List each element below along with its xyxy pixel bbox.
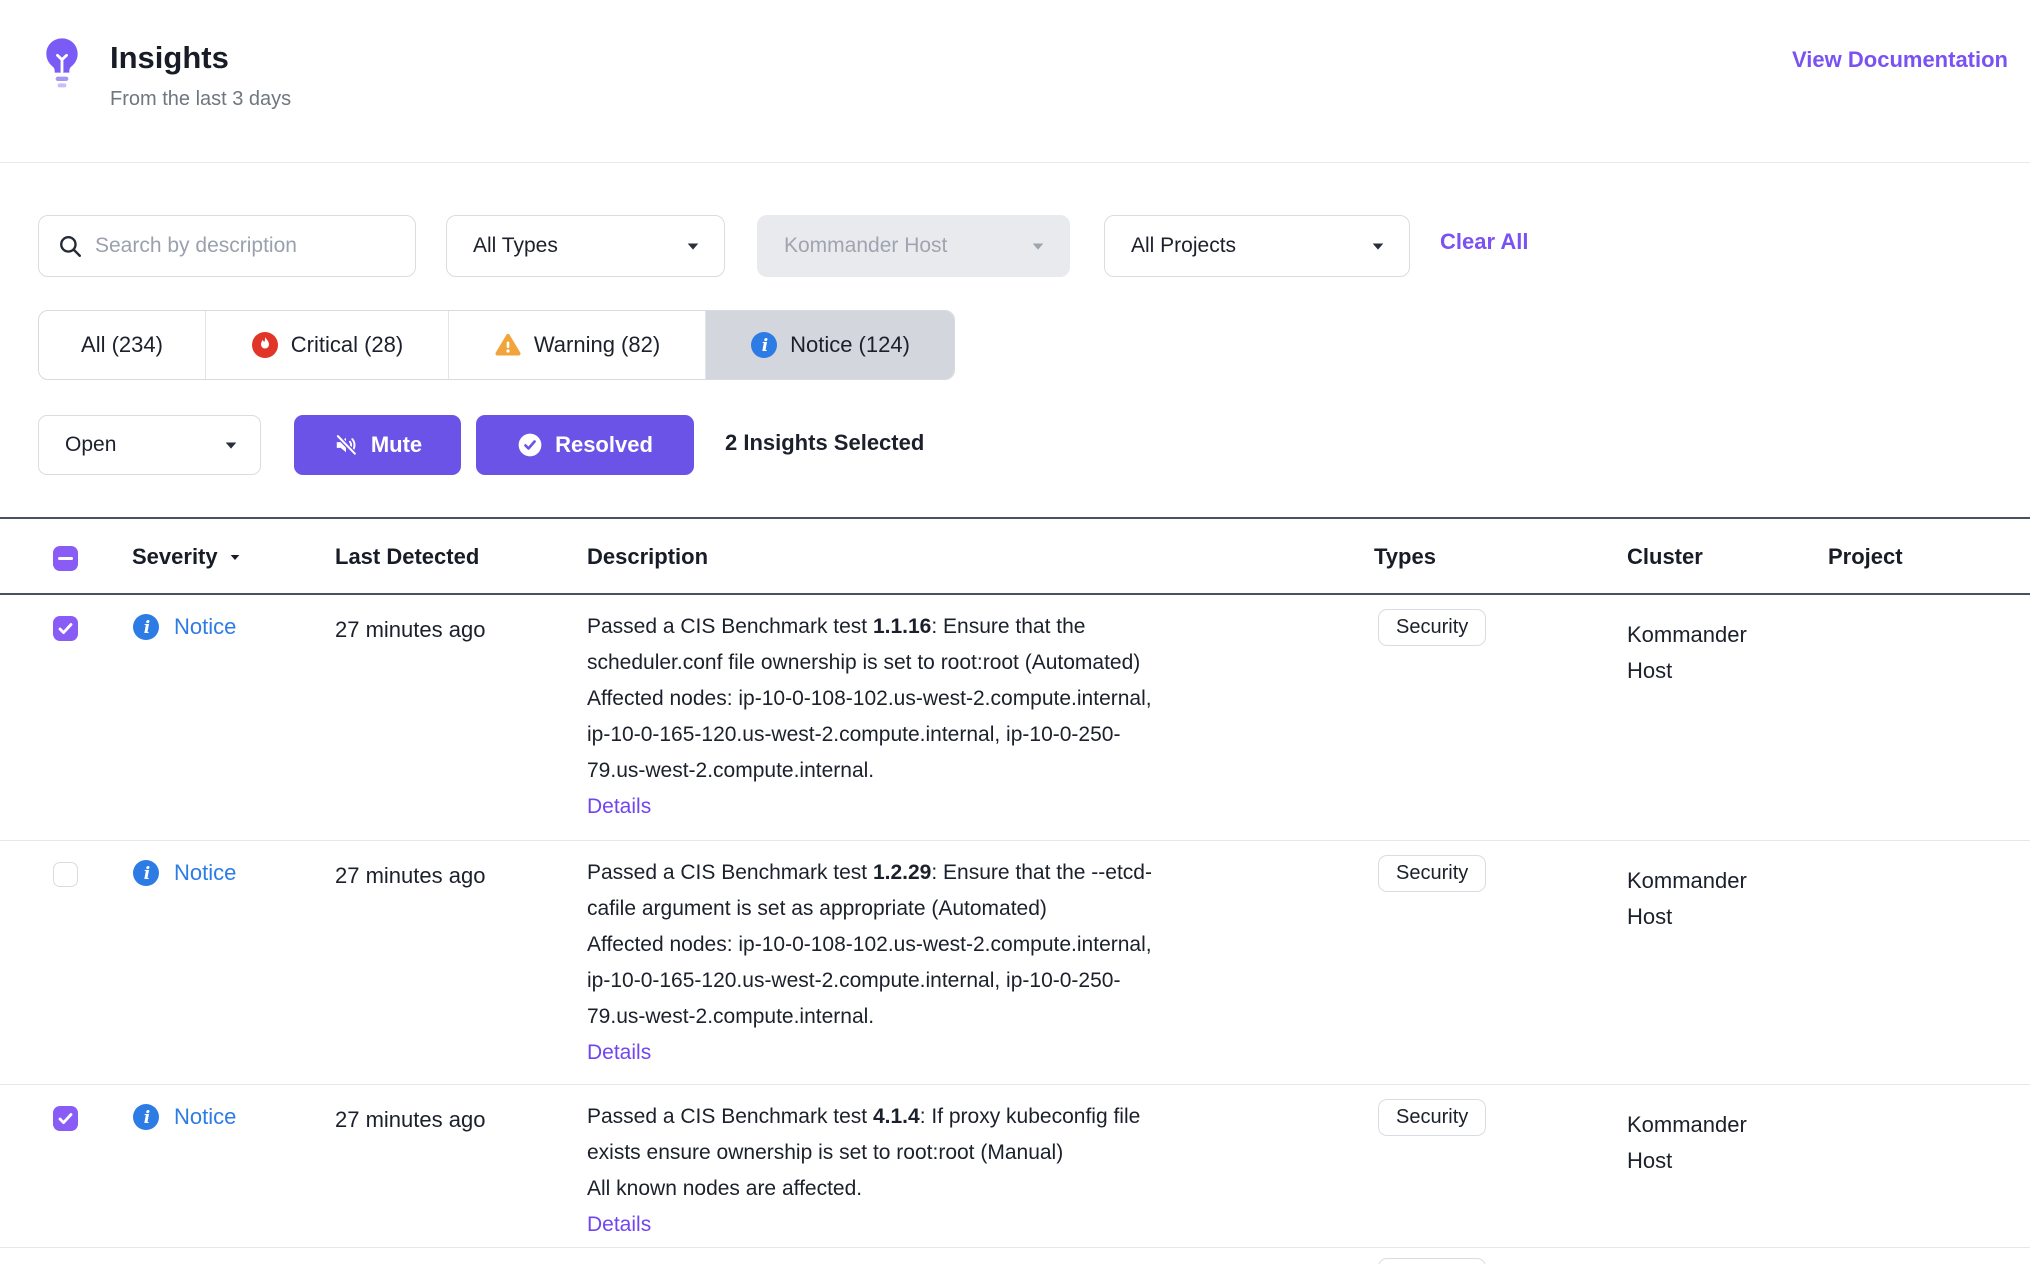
check-circle-icon [517, 432, 543, 458]
type-tag-security: Security [1378, 855, 1486, 892]
table-row: i Notice 27 minutes ago Passed a CIS Ben… [0, 841, 2030, 1085]
info-circle-icon: i [132, 613, 160, 641]
severity-link[interactable]: Notice [174, 1104, 236, 1130]
severity-link[interactable]: Notice [174, 614, 236, 640]
description-cell: Passed a CIS Benchmark test 1.2.29: Ensu… [587, 855, 1371, 1071]
check-icon [53, 1106, 78, 1131]
critical-flame-icon [251, 331, 279, 359]
details-link[interactable]: Details [587, 1207, 651, 1243]
column-header-description: Description [587, 544, 708, 570]
view-documentation-link[interactable]: View Documentation [1792, 47, 2008, 73]
cluster-cell: Kommander Host [1627, 617, 1747, 689]
info-circle-icon: i [132, 859, 160, 887]
cluster-cell: Kommander Host [1627, 863, 1747, 935]
cluster-filter-dropdown: Kommander Host [757, 215, 1070, 277]
page-header: Insights From the last 3 days View Docum… [0, 0, 2030, 163]
svg-text:i: i [144, 864, 150, 884]
row-checkbox[interactable] [53, 1106, 78, 1131]
resolved-button[interactable]: Resolved [476, 415, 694, 475]
last-detected-cell: 27 minutes ago [335, 617, 485, 643]
severity-tabs: All (234) Critical (28) Warning (82) i N… [38, 310, 955, 380]
status-filter-dropdown[interactable]: Open [38, 415, 261, 475]
table-row: i Notice 27 minutes ago Passed a CIS Ben… [0, 595, 2030, 841]
cluster-cell: Kommander Host [1627, 1107, 1747, 1179]
tab-notice-label: Notice (124) [790, 332, 910, 358]
tab-notice[interactable]: i Notice (124) [706, 311, 954, 379]
column-header-types: Types [1374, 544, 1436, 570]
tab-all-label: All (234) [81, 332, 163, 358]
svg-text:i: i [144, 618, 150, 638]
affected-nodes-text: Affected nodes: ip-10-0-108-102.us-west-… [587, 927, 1371, 1035]
select-all-checkbox[interactable] [53, 546, 78, 571]
warning-triangle-icon [494, 331, 522, 359]
mute-icon [333, 432, 359, 458]
types-filter-value: All Types [473, 234, 558, 258]
types-filter-dropdown[interactable]: All Types [446, 215, 725, 277]
column-header-severity[interactable]: Severity [132, 544, 244, 570]
svg-text:i: i [762, 336, 768, 356]
sort-descending-icon [226, 548, 244, 566]
chevron-down-icon [682, 235, 704, 257]
details-link[interactable]: Details [587, 1035, 651, 1071]
chevron-down-icon [1367, 235, 1389, 257]
details-link[interactable]: Details [587, 789, 651, 825]
description-cell: Passed a CIS Benchmark test 1.1.16: Ensu… [587, 609, 1371, 825]
table-header: Severity Last Detected Description Types… [0, 517, 2030, 595]
search-input[interactable] [95, 234, 397, 258]
resolved-button-label: Resolved [555, 432, 653, 458]
last-detected-cell: 27 minutes ago [335, 1107, 485, 1133]
affected-nodes-text: Affected nodes: ip-10-0-108-102.us-west-… [587, 681, 1371, 789]
type-tag-security: Security [1378, 1099, 1486, 1136]
column-header-last-detected[interactable]: Last Detected [335, 544, 479, 570]
tab-critical[interactable]: Critical (28) [206, 311, 449, 379]
page-title: Insights [110, 40, 229, 76]
partial-next-row-type-tag [1378, 1258, 1486, 1264]
column-header-project: Project [1828, 544, 1903, 570]
tab-warning[interactable]: Warning (82) [449, 311, 706, 379]
check-icon [53, 616, 78, 641]
row-checkbox[interactable] [53, 616, 78, 641]
mute-button[interactable]: Mute [294, 415, 461, 475]
tab-all[interactable]: All (234) [39, 311, 206, 379]
last-detected-cell: 27 minutes ago [335, 863, 485, 889]
tab-warning-label: Warning (82) [534, 332, 660, 358]
severity-link[interactable]: Notice [174, 860, 236, 886]
description-cell: Passed a CIS Benchmark test 4.1.4: If pr… [587, 1099, 1371, 1243]
insights-page: Insights From the last 3 days View Docum… [0, 0, 2030, 1264]
affected-nodes-text: All known nodes are affected. [587, 1171, 1371, 1207]
clear-all-button[interactable]: Clear All [1440, 229, 1528, 255]
row-checkbox[interactable] [53, 862, 78, 887]
info-circle-icon: i [750, 331, 778, 359]
table-row: i Notice 27 minutes ago Passed a CIS Ben… [0, 1085, 2030, 1248]
tab-critical-label: Critical (28) [291, 332, 403, 358]
projects-filter-dropdown[interactable]: All Projects [1104, 215, 1410, 277]
cluster-filter-value: Kommander Host [784, 234, 947, 258]
selection-count-text: 2 Insights Selected [725, 430, 924, 456]
indeterminate-icon [53, 546, 78, 571]
column-header-cluster: Cluster [1627, 544, 1703, 570]
mute-button-label: Mute [371, 432, 422, 458]
info-circle-icon: i [132, 1103, 160, 1131]
status-filter-value: Open [65, 433, 116, 457]
chevron-down-icon [220, 434, 242, 456]
lightbulb-icon [42, 36, 82, 94]
projects-filter-value: All Projects [1131, 234, 1236, 258]
chevron-down-icon [1027, 235, 1049, 257]
type-tag-security: Security [1378, 609, 1486, 646]
svg-text:i: i [144, 1108, 150, 1128]
search-box[interactable] [38, 215, 416, 277]
page-subtitle: From the last 3 days [110, 88, 291, 111]
search-icon [57, 233, 83, 259]
